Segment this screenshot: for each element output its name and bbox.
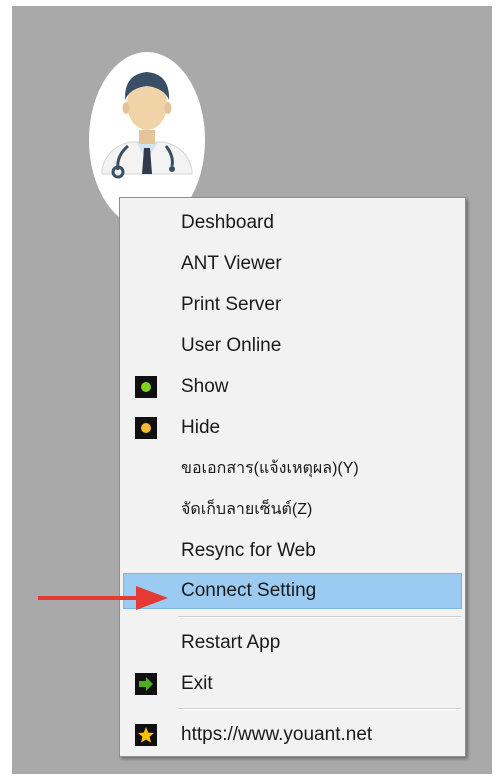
menu-item-user-online[interactable]: User Online [123,328,462,364]
menu-separator [178,708,461,710]
menu-item-print-server[interactable]: Print Server [123,287,462,323]
green-dot-icon [135,376,157,398]
menu-item-resync-for-web[interactable]: Resync for Web [123,533,462,569]
menu-item-show[interactable]: Show [123,369,462,405]
menu-item-label: จัดเก็บลายเซ็นต์(Z) [181,501,313,518]
menu-item-label: Hide [181,417,221,438]
red-pointer-arrow-icon [38,586,168,610]
menu-item-label: Deshboard [181,212,274,233]
menu-item-label: https://www.youant.net [181,724,373,745]
menu-item-request-document[interactable]: ขอเอกสาร(แจ้งเหตุผล)(Y) [123,451,462,487]
menu-item-label: Resync for Web [181,540,316,561]
menu-item-website-link[interactable]: https://www.youant.net [123,717,462,753]
menu-item-label: Show [181,376,229,397]
star-icon [135,724,157,746]
green-arrow-icon [135,673,157,695]
menu-item-label: Restart App [181,632,281,653]
menu-item-ant-viewer[interactable]: ANT Viewer [123,246,462,282]
menu-item-restart-app[interactable]: Restart App [123,625,462,661]
menu-item-label: User Online [181,335,282,356]
menu-item-exit[interactable]: Exit [123,666,462,702]
menu-item-hide[interactable]: Hide [123,410,462,446]
menu-item-label: Exit [181,673,213,694]
menu-item-store-signature[interactable]: จัดเก็บลายเซ็นต์(Z) [123,492,462,528]
menu-item-label: ขอเอกสาร(แจ้งเหตุผล)(Y) [181,460,359,477]
menu-item-label: Connect Setting [181,580,317,601]
menu-separator [178,616,461,618]
orange-dot-icon [135,417,157,439]
menu-item-label: ANT Viewer [181,253,282,274]
menu-item-deshboard[interactable]: Deshboard [123,205,462,241]
menu-item-connect-setting[interactable]: Connect Setting [123,573,462,609]
context-menu: Deshboard ANT Viewer Print Server User O… [119,197,466,757]
menu-item-label: Print Server [181,294,282,315]
